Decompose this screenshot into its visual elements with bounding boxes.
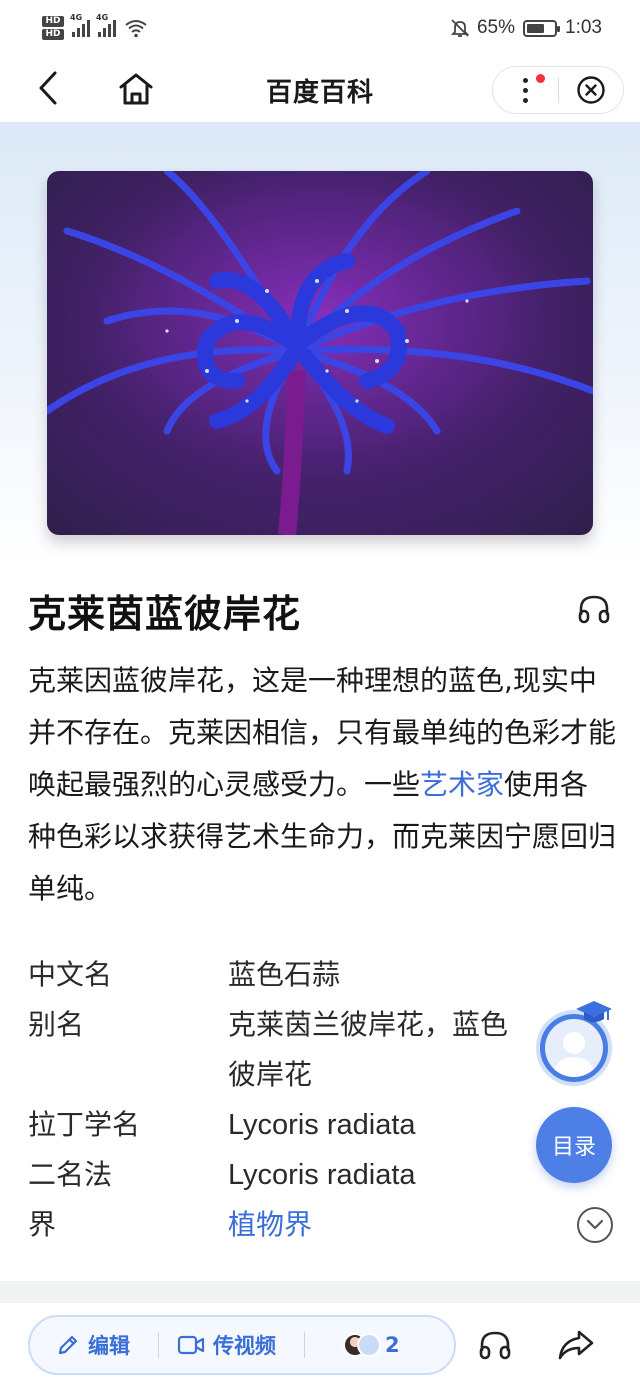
article-summary: 克莱因蓝彼岸花，这是一种理想的蓝色,现实中并不存在。克莱因相信，只有最单纯的色彩… — [28, 655, 616, 915]
hd-icon: HD HD — [42, 16, 64, 40]
clock: 1:03 — [565, 17, 602, 38]
info-key: 中文名 — [28, 958, 113, 991]
signal-icon-1: 4G — [70, 13, 90, 37]
blue-spider-lily-image — [47, 171, 593, 535]
notification-dot — [536, 74, 545, 83]
info-key: 界 — [28, 1208, 57, 1241]
graduation-cap-icon — [576, 1001, 612, 1022]
contributor-avatars — [343, 1333, 381, 1357]
section-divider — [0, 1281, 640, 1303]
expand-infobox-button[interactable] — [577, 1207, 613, 1243]
network-type-1: 4G — [70, 13, 83, 22]
signal-icon-2: 4G — [96, 13, 116, 37]
info-key: 拉丁学名 — [28, 1108, 141, 1141]
battery-percent: 65% — [476, 17, 516, 38]
battery-level — [527, 23, 544, 33]
edit-label: 编辑 — [88, 1334, 130, 1358]
video-label: 传视频 — [213, 1334, 276, 1358]
info-row-alias: 别名 克莱茵兰彼岸花，蓝色彼岸花 — [28, 1000, 588, 1100]
info-row-latin-name: 拉丁学名 Lycoris radiata — [28, 1100, 588, 1150]
close-circle-icon — [577, 76, 605, 104]
info-key: 二名法 — [28, 1158, 113, 1191]
info-value: Lycoris radiata — [228, 1109, 416, 1141]
artist-link[interactable]: 艺术家 — [420, 768, 504, 801]
upload-video-button[interactable]: 传视频 — [159, 1317, 304, 1373]
status-bar: HD HD 4G 4G 65% 1:03 — [0, 0, 640, 56]
nav-bar: 百度百科 — [0, 56, 640, 122]
hd-label-1: HD — [42, 16, 64, 27]
mini-program-capsule — [492, 66, 624, 114]
bottom-action-bar: 编辑 传视频 2 — [0, 1303, 640, 1387]
status-left: HD HD 4G 4G — [42, 13, 148, 40]
wifi-icon — [125, 20, 147, 38]
video-camera-icon — [177, 1335, 205, 1355]
kingdom-link[interactable]: 植物界 — [228, 1200, 588, 1250]
info-value: 蓝色石蒜 — [228, 958, 341, 991]
battery-icon — [523, 19, 561, 37]
info-row-chinese-name: 中文名 蓝色石蒜 — [28, 950, 588, 1000]
contributor-avatar — [357, 1333, 381, 1357]
contributors-button[interactable]: 2 — [305, 1317, 400, 1373]
network-type-2: 4G — [96, 13, 109, 22]
pencil-icon — [58, 1335, 78, 1355]
hd-label-2: HD — [42, 29, 64, 40]
info-value: 克莱茵兰彼岸花，蓝色彼岸花 — [228, 1008, 509, 1091]
floating-assistant-avatar[interactable] — [536, 1001, 614, 1086]
info-value: Lycoris radiata — [228, 1159, 416, 1191]
bottom-listen-button[interactable] — [474, 1325, 516, 1365]
info-row-binomial: 二名法 Lycoris radiata — [28, 1150, 588, 1200]
edit-button[interactable]: 编辑 — [30, 1317, 158, 1373]
headphones-icon — [479, 1331, 511, 1360]
action-pill: 编辑 传视频 2 — [28, 1315, 456, 1375]
listen-button[interactable] — [574, 590, 614, 628]
share-button[interactable] — [554, 1325, 598, 1365]
more-dots-icon — [523, 77, 528, 103]
mute-bell-icon — [450, 19, 469, 37]
close-button[interactable] — [559, 67, 623, 113]
info-row-kingdom: 界 植物界 — [28, 1200, 588, 1250]
hero-image[interactable] — [47, 171, 593, 535]
chevron-down-icon — [586, 1219, 604, 1230]
contributor-count: 2 — [385, 1333, 400, 1357]
status-right: 65% 1:03 — [450, 17, 602, 39]
more-button[interactable] — [493, 67, 558, 113]
toc-button[interactable]: 目录 — [536, 1107, 612, 1183]
headphones-icon — [578, 595, 610, 624]
share-arrow-icon — [558, 1330, 594, 1360]
article-title: 克莱茵蓝彼岸花 — [28, 592, 302, 636]
info-box: 中文名 蓝色石蒜 别名 克莱茵兰彼岸花，蓝色彼岸花 拉丁学名 Lycoris r… — [28, 950, 588, 1250]
info-key: 别名 — [28, 1008, 85, 1041]
